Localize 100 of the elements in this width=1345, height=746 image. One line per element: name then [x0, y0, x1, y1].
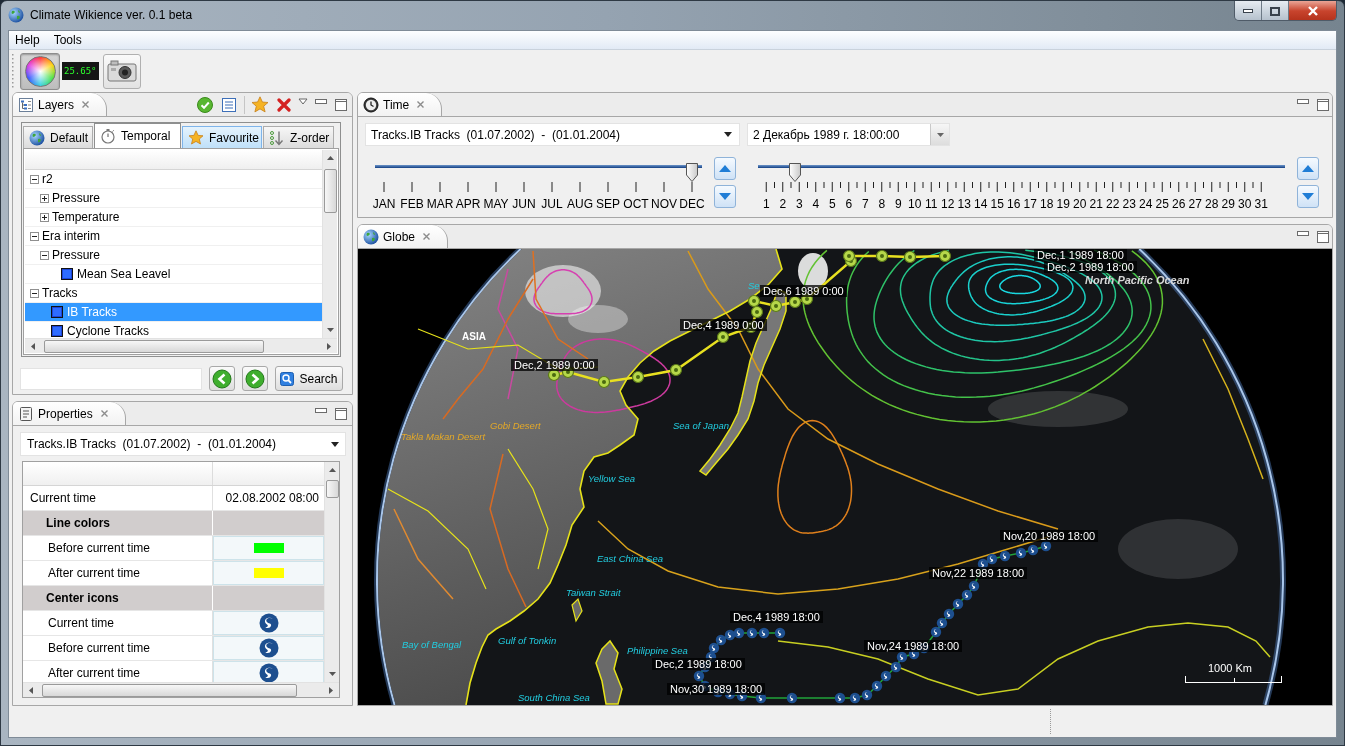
- slider-thumb[interactable]: [686, 163, 698, 182]
- minus-box-icon[interactable]: [30, 174, 39, 184]
- list-icon[interactable]: [221, 96, 237, 113]
- scrollbar-thumb[interactable]: [325, 480, 339, 498]
- maximize-button[interactable]: [1262, 1, 1289, 20]
- minus-box-icon[interactable]: [40, 250, 49, 260]
- property-name: Current time: [48, 615, 115, 632]
- plus-box-icon[interactable]: [40, 193, 49, 203]
- day-label: 5: [828, 197, 836, 211]
- track-label: Nov,24 1989 18:00: [864, 640, 963, 652]
- minimize-icon[interactable]: [1297, 230, 1309, 237]
- tree-item[interactable]: Mean Sea Leavel: [25, 265, 322, 284]
- up-button[interactable]: [714, 157, 736, 180]
- plus-box-icon[interactable]: [40, 212, 49, 222]
- back-button[interactable]: [209, 366, 235, 391]
- minimize-icon[interactable]: [315, 407, 327, 414]
- view-tab[interactable]: Time: [358, 93, 443, 116]
- day-label: 11: [925, 197, 938, 211]
- scroll-up-icon[interactable]: [328, 468, 336, 472]
- view-tab[interactable]: Properties: [13, 402, 126, 425]
- maximize-icon[interactable]: [335, 98, 347, 111]
- tab[interactable]: Z-order: [263, 126, 334, 148]
- day-label: 9: [894, 197, 902, 211]
- minus-box-icon[interactable]: [30, 231, 39, 241]
- vertical-scrollbar[interactable]: [322, 150, 337, 338]
- day-label: 4: [812, 197, 820, 211]
- view-tab[interactable]: Globe: [358, 225, 449, 248]
- day-label: 8: [878, 197, 886, 211]
- down-button[interactable]: [714, 185, 736, 208]
- maximize-icon[interactable]: [335, 407, 347, 420]
- maximize-icon: [1270, 6, 1280, 16]
- camera-button[interactable]: [102, 53, 141, 89]
- month-label: JAN: [372, 197, 396, 211]
- horizontal-scrollbar[interactable]: [25, 338, 337, 353]
- horizontal-scrollbar[interactable]: [23, 682, 339, 697]
- color-wheel-button[interactable]: [20, 52, 60, 90]
- minus-box-icon[interactable]: [30, 288, 39, 298]
- tree-item[interactable]: r2: [25, 170, 322, 189]
- track-label: Dec,2 1989 18:00: [652, 658, 745, 670]
- view-tab[interactable]: Layers: [13, 93, 108, 116]
- maximize-icon[interactable]: [1317, 230, 1329, 243]
- scroll-up-icon[interactable]: [326, 156, 334, 160]
- vertical-scrollbar[interactable]: [324, 462, 339, 682]
- minimize-icon[interactable]: [315, 98, 327, 105]
- place-label: South China Sea: [518, 692, 590, 703]
- arrow-right-icon: [245, 368, 265, 389]
- date-field[interactable]: 2 Декабрь 1989 г. 18:00:00: [747, 123, 950, 146]
- scroll-left-icon[interactable]: [29, 686, 33, 694]
- day-label: 28: [1205, 197, 1219, 211]
- forward-button[interactable]: [242, 366, 268, 391]
- check-circle-icon[interactable]: [197, 96, 213, 113]
- tree-item[interactable]: Pressure: [25, 246, 322, 265]
- close-icon[interactable]: [99, 409, 109, 418]
- scrollbar-thumb[interactable]: [44, 339, 264, 353]
- tree-item[interactable]: Era interim: [25, 227, 322, 246]
- tab[interactable]: Favourite: [182, 126, 262, 148]
- scroll-right-icon[interactable]: [329, 686, 333, 694]
- scroll-right-icon[interactable]: [327, 342, 331, 350]
- cross-icon[interactable]: [277, 97, 291, 112]
- track-label: Dec,6 1989 0:00: [760, 285, 847, 297]
- scroll-down-icon[interactable]: [326, 328, 334, 332]
- close-icon[interactable]: [422, 232, 432, 241]
- slider-thumb[interactable]: [788, 163, 801, 182]
- triangle-up-icon: [719, 165, 731, 172]
- scroll-left-icon[interactable]: [31, 342, 35, 350]
- down-button[interactable]: [1297, 185, 1319, 208]
- up-button[interactable]: [1297, 157, 1319, 180]
- menu-item[interactable]: Help: [9, 31, 46, 49]
- triangle-down-icon: [1302, 193, 1314, 200]
- search-button[interactable]: Search: [275, 366, 343, 391]
- tab[interactable]: Default: [23, 126, 93, 148]
- track-label: Nov,30 1989 18:00: [667, 683, 766, 695]
- scrollbar-thumb[interactable]: [323, 169, 337, 213]
- layer-dropdown[interactable]: Tracks.IB Tracks (01.07.2002) - (01.01.2004): [365, 123, 740, 146]
- close-icon[interactable]: [81, 100, 91, 109]
- scroll-down-icon[interactable]: [328, 672, 336, 676]
- day-label: 19: [1056, 197, 1070, 211]
- close-button[interactable]: [1289, 1, 1336, 20]
- minimize-button[interactable]: [1235, 1, 1262, 20]
- day-label: 21: [1089, 197, 1103, 211]
- star-icon[interactable]: [251, 96, 269, 113]
- close-icon[interactable]: [416, 100, 426, 109]
- search-field[interactable]: [20, 367, 202, 390]
- property-name: After current time: [48, 665, 141, 682]
- tree-item[interactable]: Pressure: [25, 189, 322, 208]
- menu-item[interactable]: Tools: [47, 31, 88, 49]
- caret-icon[interactable]: [298, 98, 308, 105]
- track-label: Nov,22 1989 18:00: [929, 567, 1028, 579]
- month-label: MAR: [426, 197, 454, 211]
- month-label: OCT: [623, 197, 649, 211]
- minimize-icon[interactable]: [1297, 98, 1309, 105]
- month-label: NOV: [651, 197, 677, 211]
- layer-square-icon: [51, 306, 63, 318]
- tab[interactable]: Temporal: [94, 123, 181, 148]
- layer-dropdown[interactable]: Tracks.IB Tracks (01.07.2002) - (01.01.2004): [20, 432, 346, 456]
- maximize-icon[interactable]: [1317, 98, 1329, 111]
- tree-item[interactable]: Temperature: [25, 208, 322, 227]
- grip-icon[interactable]: [11, 53, 14, 89]
- scrollbar-thumb[interactable]: [42, 683, 297, 697]
- dropdown-button[interactable]: [930, 124, 949, 145]
